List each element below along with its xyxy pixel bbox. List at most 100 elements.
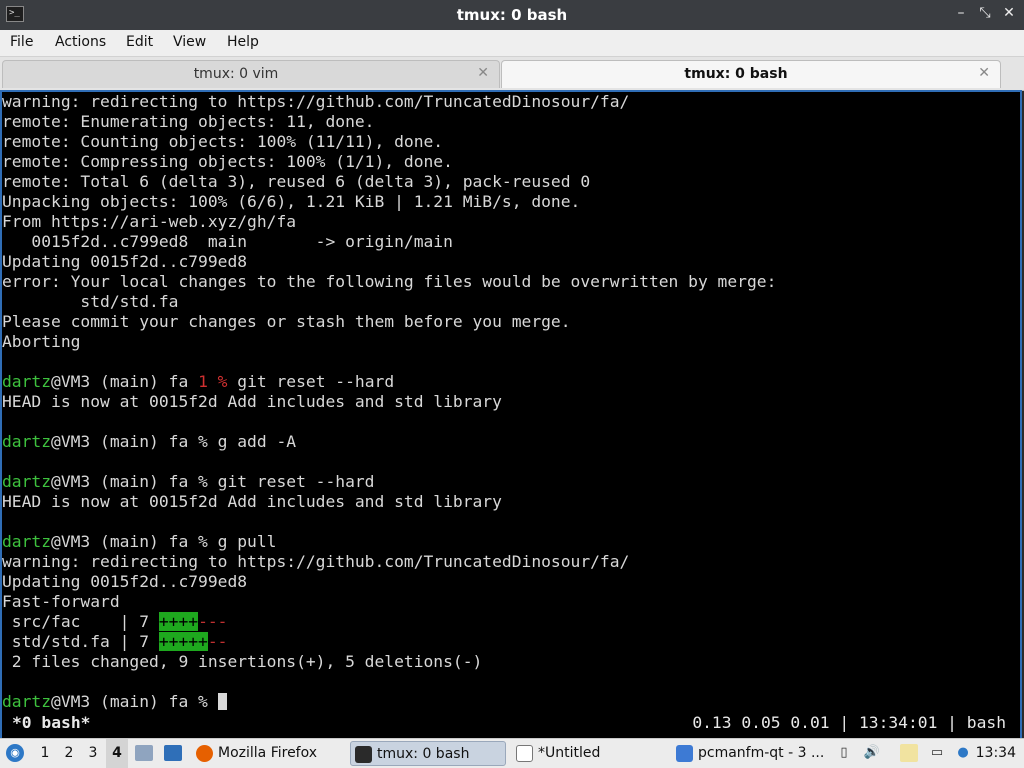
terminal-line: dartz@VM3 (main) fa % git reset --hard [2, 472, 1020, 492]
close-window-button[interactable]: ✕ [1002, 5, 1016, 21]
terminal-text: @VM3 (main) fa % git reset --hard [51, 472, 375, 491]
terminal-line: std/std.fa [2, 292, 1020, 312]
terminal-text: remote: Compressing objects: 100% (1/1),… [2, 152, 453, 171]
tab-tmux-vim[interactable]: tmux: 0 vim ✕ [2, 60, 500, 88]
terminal-text: HEAD is now at 0015f2d Add includes and … [2, 392, 502, 411]
menu-file[interactable]: File [10, 34, 33, 50]
terminal-line: 0015f2d..c799ed8 main -> origin/main [2, 232, 1020, 252]
terminal-text: std/std.fa | 7 [2, 632, 159, 651]
terminal-view[interactable]: warning: redirecting to https://github.c… [0, 90, 1022, 738]
terminal-line: dartz@VM3 (main) fa 1 % git reset --hard [2, 372, 1020, 392]
terminal-text: +++++ [158, 632, 208, 651]
close-tab-icon[interactable]: ✕ [978, 65, 990, 81]
updates-icon[interactable]: ● [954, 744, 972, 762]
terminal-text: 0015f2d..c799ed8 main -> origin/main [2, 232, 453, 251]
terminal-text: remote: Total 6 (delta 3), reused 6 (del… [2, 172, 591, 191]
terminal-text: 1 % [198, 372, 228, 391]
terminal-text: warning: redirecting to https://github.c… [2, 92, 630, 111]
menu-view[interactable]: View [173, 34, 206, 50]
terminal-text: error: Your local changes to the followi… [2, 272, 777, 291]
menu-edit[interactable]: Edit [126, 34, 153, 50]
taskbar: ◉ 1 2 3 4 Mozilla Firefox tmux: 0 bash *… [0, 738, 1024, 768]
terminal-line: Please commit your changes or stash them… [2, 312, 1020, 332]
tmux-window-list[interactable]: *0 bash* [12, 712, 90, 734]
terminal-line: warning: redirecting to https://github.c… [2, 92, 1020, 112]
start-menu-icon[interactable]: ◉ [6, 744, 24, 762]
terminal-line: Fast-forward [2, 592, 1020, 612]
terminal-text: src/fac | 7 [2, 612, 159, 631]
terminal-text: git reset --hard [227, 372, 395, 391]
tab-bar: tmux: 0 vim ✕ tmux: 0 bash ✕ [0, 57, 1024, 91]
terminal-text: remote: Counting objects: 100% (11/11), … [2, 132, 444, 151]
menu-help[interactable]: Help [227, 34, 259, 50]
terminal-text: Please commit your changes or stash them… [2, 312, 571, 331]
terminal-text: From https://ari-web.xyz/gh/fa [2, 212, 297, 231]
terminal-line: error: Your local changes to the followi… [2, 272, 1020, 292]
network-icon[interactable]: ▭ [928, 744, 946, 762]
tab-tmux-bash[interactable]: tmux: 0 bash ✕ [501, 60, 1001, 88]
terminal-text: @VM3 (main) fa [51, 372, 199, 391]
tab-label: tmux: 0 bash [684, 66, 788, 82]
terminal-text: HEAD is now at 0015f2d Add includes and … [2, 492, 502, 511]
menu-bar: File Actions Edit View Help [0, 30, 1024, 57]
terminal-text: Updating 0015f2d..c799ed8 [2, 252, 248, 271]
task-firefox[interactable]: Mozilla Firefox [192, 741, 342, 766]
terminal-line: remote: Counting objects: 100% (11/11), … [2, 132, 1020, 152]
terminal-line: From https://ari-web.xyz/gh/fa [2, 212, 1020, 232]
task-label: Mozilla Firefox [218, 745, 318, 761]
terminal-text: Aborting [2, 332, 81, 351]
folder-icon [676, 745, 693, 762]
clock[interactable]: 13:34 [976, 739, 1016, 768]
terminal-text: warning: redirecting to https://github.c… [2, 552, 630, 571]
terminal-text: ++++ [158, 612, 199, 631]
terminal-line: remote: Total 6 (delta 3), reused 6 (del… [2, 172, 1020, 192]
workspace-2[interactable]: 2 [58, 739, 80, 768]
terminal-text: @VM3 (main) fa % g add -A [51, 432, 297, 451]
window-title: tmux: 0 bash [456, 6, 568, 24]
clipboard-icon[interactable] [900, 744, 918, 762]
window-titlebar[interactable]: >_ tmux: 0 bash – ⤡ ✕ [0, 0, 1024, 30]
terminal-line: warning: redirecting to https://github.c… [2, 552, 1020, 572]
tab-label: tmux: 0 vim [193, 66, 279, 82]
task-tmux-bash[interactable]: tmux: 0 bash [350, 741, 506, 766]
terminal-text: @VM3 (main) fa % [51, 692, 218, 711]
task-label: *Untitled [538, 745, 601, 761]
show-desktop-icon[interactable] [164, 745, 182, 761]
terminal-output: warning: redirecting to https://github.c… [2, 92, 1020, 712]
terminal-line: HEAD is now at 0015f2d Add includes and … [2, 492, 1020, 512]
workspace-4[interactable]: 4 [106, 739, 128, 768]
terminal-text: Updating 0015f2d..c799ed8 [2, 572, 248, 591]
minimize-button[interactable]: – [954, 5, 968, 21]
task-text-editor[interactable]: *Untitled [512, 741, 662, 766]
maximize-button[interactable]: ⤡ [978, 5, 992, 21]
terminal-line: src/fac | 7 ++++--- [2, 612, 1020, 632]
terminal-text: dartz [2, 372, 52, 391]
close-tab-icon[interactable]: ✕ [477, 65, 489, 81]
terminal-line: HEAD is now at 0015f2d Add includes and … [2, 392, 1020, 412]
terminal-text: dartz [2, 472, 52, 491]
terminal-text: remote: Enumerating objects: 11, done. [2, 112, 375, 131]
scroll-tasks-icon[interactable]: ▯ [835, 744, 853, 762]
workspace-1[interactable]: 1 [34, 739, 56, 768]
file-manager-launcher-icon[interactable] [135, 745, 153, 761]
menu-actions[interactable]: Actions [55, 34, 106, 50]
task-pcmanfm[interactable]: pcmanfm-qt - 3 ... [672, 741, 828, 766]
terminal-line: dartz@VM3 (main) fa % g add -A [2, 432, 1020, 452]
terminal-text: --- [198, 612, 228, 631]
terminal-line: 2 files changed, 9 insertions(+), 5 dele… [2, 652, 1020, 672]
workspace-3[interactable]: 3 [82, 739, 104, 768]
terminal-line: remote: Enumerating objects: 11, done. [2, 112, 1020, 132]
tmux-status-right: 0.13 0.05 0.01 | 13:34:01 | bash [692, 713, 1006, 732]
terminal-line: std/std.fa | 7 +++++-- [2, 632, 1020, 652]
text-editor-icon [516, 745, 533, 762]
tmux-status-line: *0 bash* 0.13 0.05 0.01 | 13:34:01 | bas… [2, 712, 1020, 734]
terminal-line: Updating 0015f2d..c799ed8 [2, 252, 1020, 272]
volume-icon[interactable]: 🔊 [863, 744, 881, 762]
terminal-line: Unpacking objects: 100% (6/6), 1.21 KiB … [2, 192, 1020, 212]
text-cursor [217, 693, 227, 710]
terminal-line: remote: Compressing objects: 100% (1/1),… [2, 152, 1020, 172]
terminal-text: std/std.fa [2, 292, 179, 311]
